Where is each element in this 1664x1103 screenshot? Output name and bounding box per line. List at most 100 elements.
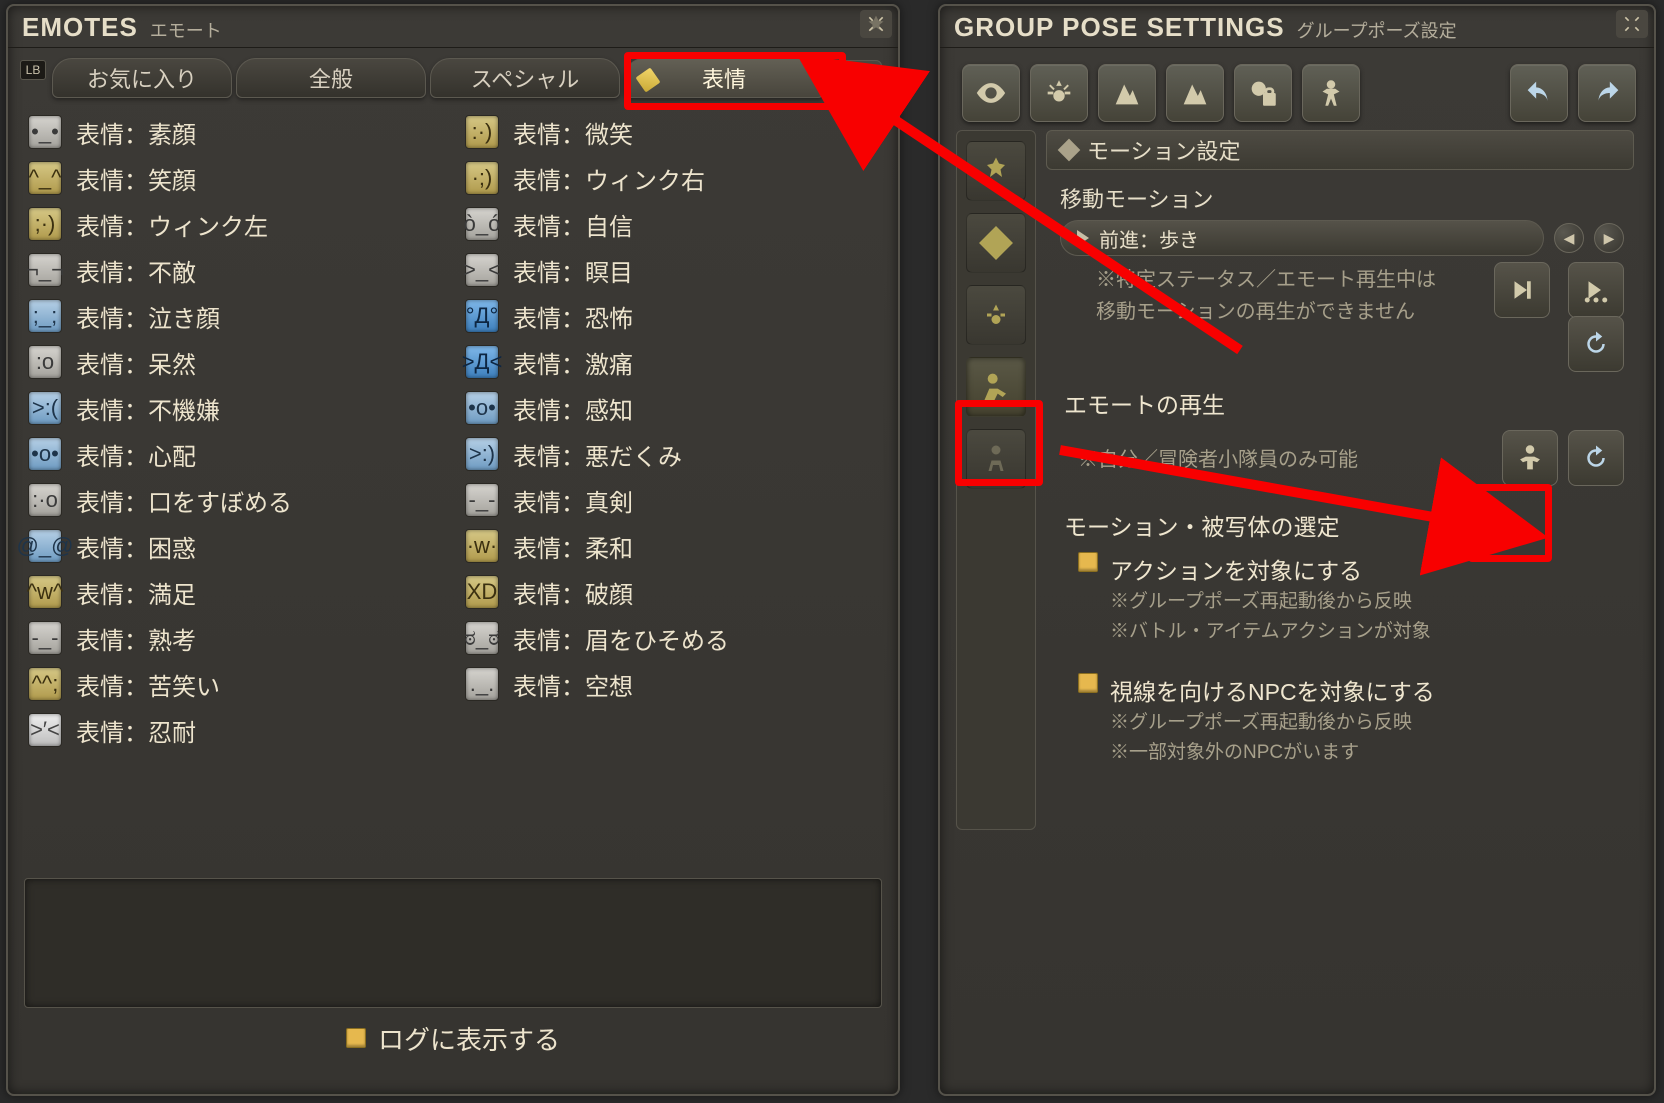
emote-item[interactable]: ಠ_ಠ表情：眉をひそめる xyxy=(465,616,878,660)
movement-motion-select[interactable]: 前進：歩き xyxy=(1060,220,1544,256)
emote-face-icon: ·w· xyxy=(465,529,499,563)
emote-item[interactable]: ·w· 表情：柔和 xyxy=(465,524,878,568)
emote-item[interactable]: °Д°表情：恐怖 xyxy=(465,294,878,338)
play-pause-button[interactable] xyxy=(1494,262,1550,318)
tab-general[interactable]: 全般 xyxy=(236,58,426,98)
tab-expression[interactable]: 表情 xyxy=(624,58,824,98)
emote-label: 表情：口をすぼめる xyxy=(76,483,292,518)
lock-gear-icon[interactable] xyxy=(1234,64,1292,122)
redo-icon[interactable] xyxy=(1578,64,1636,122)
pose-icon[interactable] xyxy=(1302,64,1360,122)
emote-face-icon: -_- xyxy=(28,621,62,655)
emote-log-textbox[interactable] xyxy=(24,878,882,1008)
gpose-window: GROUP POSE SETTINGS グループポーズ設定 モーション設定 移 xyxy=(938,4,1656,1096)
emote-item[interactable]: ¬_¬表情：不敵 xyxy=(28,248,441,292)
gpose-title-en: GROUP POSE SETTINGS xyxy=(954,12,1285,43)
emote-item[interactable]: ò_ó表情：自信 xyxy=(465,202,878,246)
sidebar-frame-icon[interactable] xyxy=(966,213,1026,273)
emote-item[interactable]: ;·)表情：ウィンク左 xyxy=(28,202,441,246)
emote-face-icon: -_- xyxy=(465,483,499,517)
emote-face-icon: ಠ_ಠ xyxy=(465,621,499,655)
emote-item[interactable]: ^w^表情：満足 xyxy=(28,570,441,614)
tab-special[interactable]: スペシャル xyxy=(430,58,620,98)
gpose-sidebar xyxy=(956,130,1036,830)
emotes-title-en: EMOTES xyxy=(22,12,138,43)
emote-item[interactable]: >_<表情：瞑目 xyxy=(465,248,878,292)
sidebar-stance-icon[interactable] xyxy=(966,429,1026,489)
undo-icon[interactable] xyxy=(1510,64,1568,122)
emote-item[interactable]: @_@ 表情：困惑 xyxy=(28,524,441,568)
sidebar-general-icon[interactable] xyxy=(966,141,1026,201)
emote-label: 表情：柔和 xyxy=(513,529,633,564)
sidebar-light-icon[interactable] xyxy=(966,285,1026,345)
reset-button[interactable] xyxy=(1568,316,1624,372)
movement-prev-button[interactable]: ◀ xyxy=(1554,223,1584,253)
gpose-title-jp: グループポーズ設定 xyxy=(1297,17,1457,43)
emote-item[interactable]: :·)表情：微笑 xyxy=(465,110,878,154)
action-target-checkbox[interactable] xyxy=(1078,552,1098,572)
emote-item[interactable]: ·;)表情：ウィンク右 xyxy=(465,156,878,200)
emote-label: 表情：満足 xyxy=(76,575,196,610)
light-icon[interactable] xyxy=(1030,64,1088,122)
lb-badge: LB xyxy=(20,60,46,80)
motion-section-header[interactable]: モーション設定 xyxy=(1046,130,1634,170)
emote-item[interactable]: -_-表情：真剣 xyxy=(465,478,878,522)
emote-face-icon: •o• xyxy=(28,437,62,471)
sidebar-pose-icon[interactable] xyxy=(966,357,1026,417)
emote-label: 表情：笑顔 xyxy=(76,161,196,196)
npc-target-checkbox[interactable] xyxy=(1078,673,1098,693)
motion-section-label: モーション設定 xyxy=(1087,134,1241,166)
emote-item[interactable]: ^_^表情：笑顔 xyxy=(28,156,441,200)
emote-item[interactable]: ^^;表情：苦笑い xyxy=(28,662,441,706)
emote-face-icon: XD xyxy=(465,575,499,609)
emote-face-icon: ^^; xyxy=(28,667,62,701)
emote-face-icon: ._. xyxy=(465,667,499,701)
emote-item[interactable]: •o• 表情：心配 xyxy=(28,432,441,476)
sort-button[interactable]: ↑↓ xyxy=(844,60,882,98)
emotes-title-jp: エモート xyxy=(150,17,222,43)
gpose-toolbar xyxy=(940,48,1654,130)
emote-label: 表情：素顔 xyxy=(76,115,196,150)
effect2-icon[interactable] xyxy=(1166,64,1224,122)
emote-item[interactable]: >:)表情：悪だくみ xyxy=(465,432,878,476)
emote-item[interactable]: >Д<表情：激痛 xyxy=(465,340,878,384)
emote-item[interactable]: :o 表情：呆然 xyxy=(28,340,441,384)
emote-face-icon: :·o xyxy=(28,483,62,517)
emote-face-icon: >Д< xyxy=(465,345,499,379)
emote-replay-button[interactable] xyxy=(1502,430,1558,486)
emote-label: 表情：呆然 xyxy=(76,345,196,380)
emote-item[interactable]: XD表情：破顔 xyxy=(465,570,878,614)
emote-face-icon: ;·) xyxy=(28,207,62,241)
log-checkbox-label: ログに表示する xyxy=(378,1020,560,1057)
emote-replay-title: エモートの再生 xyxy=(1060,386,1624,420)
effect1-icon[interactable] xyxy=(1098,64,1156,122)
emote-item[interactable]: -_-表情：熟考 xyxy=(28,616,441,660)
emote-label: 表情：微笑 xyxy=(513,115,633,150)
close-icon[interactable] xyxy=(1616,10,1648,38)
emote-item[interactable]: •_• 表情：素顔 xyxy=(28,110,441,154)
emote-label: 表情：困惑 xyxy=(76,529,196,564)
log-checkbox[interactable] xyxy=(346,1028,366,1048)
tab-favorites[interactable]: お気に入り xyxy=(52,58,232,98)
pencil-icon xyxy=(635,67,660,92)
emote-face-icon: >:) xyxy=(465,437,499,471)
action-target-note2: ※バトル・アイテムアクションが対象 xyxy=(1110,618,1624,646)
play-all-button[interactable] xyxy=(1568,262,1624,318)
emote-label: 表情：泣き顔 xyxy=(76,299,220,334)
eye-toggle-icon[interactable] xyxy=(962,64,1020,122)
emote-item[interactable]: :·o 表情：口をすぼめる xyxy=(28,478,441,522)
emote-face-icon: :o xyxy=(28,345,62,379)
movement-next-button[interactable]: ▶ xyxy=(1594,223,1624,253)
emote-item[interactable]: •o•表情：感知 xyxy=(465,386,878,430)
emote-item[interactable]: >′<表情：忍耐 xyxy=(28,708,441,752)
emote-item[interactable]: ;_;表情：泣き顔 xyxy=(28,294,441,338)
emote-face-icon: •_• xyxy=(28,115,62,149)
close-icon[interactable] xyxy=(860,10,892,38)
movement-note-1: ※特定ステータス／エモート再生中は xyxy=(1096,266,1476,294)
emote-item[interactable]: ._.表情：空想 xyxy=(465,662,878,706)
emote-face-icon: ·;) xyxy=(465,161,499,195)
emote-item[interactable]: >:(表情：不機嫌 xyxy=(28,386,441,430)
emote-replay-reset-button[interactable] xyxy=(1568,430,1624,486)
emote-face-icon: @_@ xyxy=(28,529,62,563)
emote-label: 表情：心配 xyxy=(76,437,196,472)
